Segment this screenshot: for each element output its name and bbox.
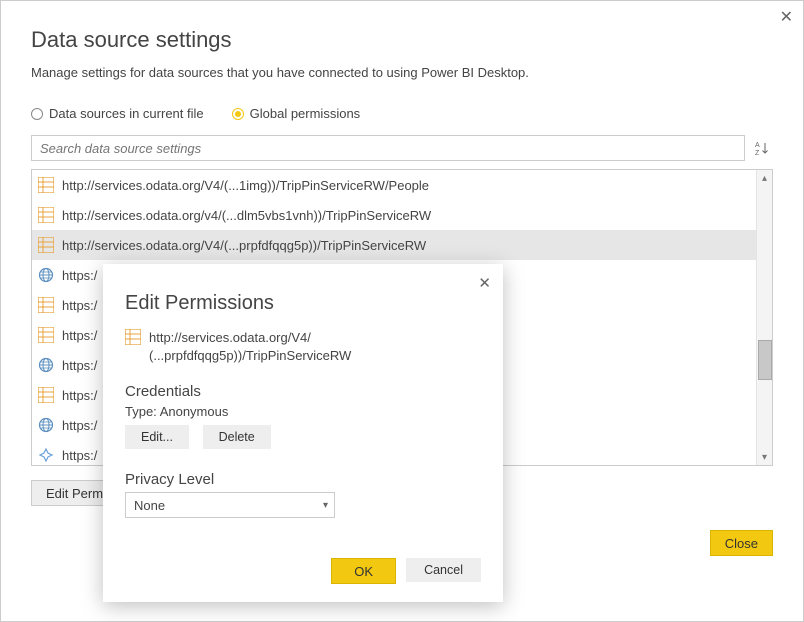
close-icon[interactable]: ✕ bbox=[780, 7, 793, 27]
svg-text:A: A bbox=[755, 142, 760, 149]
list-item-label: https:/ bbox=[62, 298, 97, 313]
search-input[interactable] bbox=[31, 135, 745, 161]
chevron-down-icon: ▾ bbox=[323, 500, 328, 511]
scroll-down-icon[interactable]: ▾ bbox=[757, 449, 772, 465]
close-icon[interactable]: ✕ bbox=[478, 274, 491, 292]
list-item-label: http://services.odata.org/v4/(...dlm5vbs… bbox=[62, 208, 431, 223]
page-subtitle: Manage settings for data sources that yo… bbox=[31, 65, 773, 80]
radio-icon bbox=[232, 108, 244, 120]
list-item[interactable]: http://services.odata.org/V4/(...1img))/… bbox=[32, 170, 772, 200]
credentials-type: Type: Anonymous bbox=[125, 404, 481, 419]
edit-permissions-dialog: ✕ Edit Permissions http://services.odata… bbox=[103, 264, 503, 602]
odata-icon bbox=[38, 327, 54, 343]
close-button[interactable]: Close bbox=[710, 530, 773, 556]
credentials-delete-button[interactable]: Delete bbox=[203, 425, 271, 449]
search-row: A Z bbox=[31, 135, 773, 161]
radio-label: Global permissions bbox=[250, 106, 361, 121]
svg-text:Z: Z bbox=[755, 150, 760, 156]
radio-current-file[interactable]: Data sources in current file bbox=[31, 106, 204, 121]
scroll-up-icon[interactable]: ▴ bbox=[757, 170, 772, 186]
list-item-label: https:/ bbox=[62, 418, 97, 433]
scroll-thumb[interactable] bbox=[758, 340, 772, 380]
odata-icon bbox=[38, 207, 54, 223]
privacy-level-select[interactable]: None ▾ bbox=[125, 492, 335, 518]
list-item-label: https:/ bbox=[62, 358, 97, 373]
odata-icon bbox=[38, 387, 54, 403]
page-title: Data source settings bbox=[31, 27, 773, 53]
list-item-label: https:/ bbox=[62, 388, 97, 403]
odata-icon bbox=[38, 177, 54, 193]
select-value: None bbox=[134, 498, 165, 513]
cancel-button[interactable]: Cancel bbox=[406, 558, 481, 582]
radio-label: Data sources in current file bbox=[49, 106, 204, 121]
list-item-label: http://services.odata.org/V4/(...prpfdfq… bbox=[62, 238, 426, 253]
source-url: http://services.odata.org/V4/ (...prpfdf… bbox=[149, 329, 351, 365]
dialog-title: Edit Permissions bbox=[125, 292, 481, 315]
sort-icon[interactable]: A Z bbox=[751, 135, 773, 161]
api-icon bbox=[38, 447, 54, 463]
list-item-label: https:/ bbox=[62, 448, 97, 463]
source-display: http://services.odata.org/V4/ (...prpfdf… bbox=[125, 329, 481, 365]
credentials-edit-button[interactable]: Edit... bbox=[125, 425, 189, 449]
scrollbar[interactable]: ▴ ▾ bbox=[756, 170, 772, 465]
scope-radio-group: Data sources in current file Global perm… bbox=[31, 106, 773, 121]
privacy-heading: Privacy Level bbox=[125, 471, 481, 488]
list-item[interactable]: http://services.odata.org/v4/(...dlm5vbs… bbox=[32, 200, 772, 230]
web-icon bbox=[38, 417, 54, 433]
odata-icon bbox=[125, 329, 141, 348]
ok-button[interactable]: OK bbox=[331, 558, 396, 584]
radio-icon bbox=[31, 108, 43, 120]
list-item-label: https:/ bbox=[62, 268, 97, 283]
credentials-heading: Credentials bbox=[125, 383, 481, 400]
radio-global-permissions[interactable]: Global permissions bbox=[232, 106, 361, 121]
dialog-footer: OK Cancel bbox=[331, 558, 481, 584]
list-item[interactable]: http://services.odata.org/V4/(...prpfdfq… bbox=[32, 230, 772, 260]
odata-icon bbox=[38, 237, 54, 253]
odata-icon bbox=[38, 297, 54, 313]
web-icon bbox=[38, 267, 54, 283]
list-item-label: https:/ bbox=[62, 328, 97, 343]
list-item-label: http://services.odata.org/V4/(...1img))/… bbox=[62, 178, 429, 193]
web-icon bbox=[38, 357, 54, 373]
